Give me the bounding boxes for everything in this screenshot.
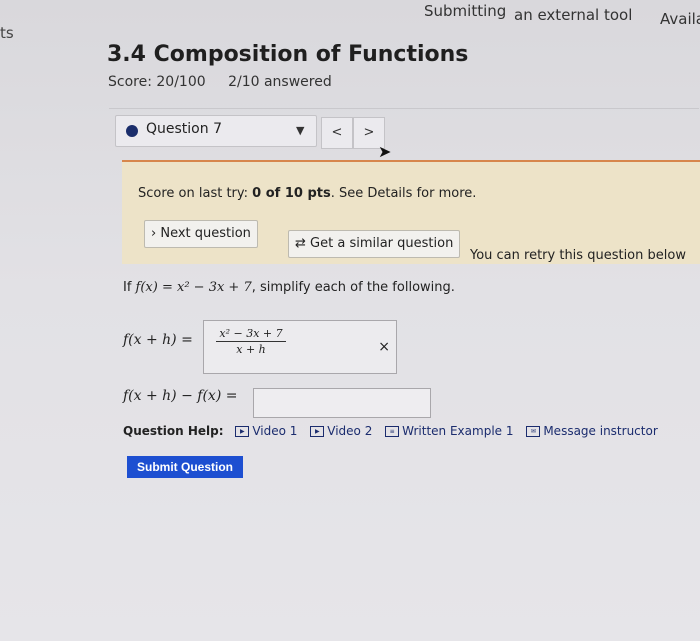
answer-2-label: f(x + h) − f(x) = bbox=[123, 388, 238, 404]
answer-1-fraction: x² − 3x + 7 x + h bbox=[216, 327, 286, 356]
submit-question-button[interactable]: Submit Question bbox=[127, 456, 243, 478]
last-try-score: Score on last try: 0 of 10 pts. See Deta… bbox=[138, 186, 477, 201]
video-icon: ▶ bbox=[235, 426, 250, 437]
chevron-right-icon: > bbox=[363, 125, 375, 140]
question-select[interactable]: Question 7 ▼ bbox=[115, 115, 317, 147]
video-icon: ▶ bbox=[310, 426, 325, 437]
fraction-denominator: x + h bbox=[236, 343, 266, 356]
similar-question-button[interactable]: ⇄ Get a similar question bbox=[288, 230, 461, 258]
question-help-label: Question Help: bbox=[123, 424, 224, 438]
retry-panel: Score on last try: 0 of 10 pts. See Deta… bbox=[122, 160, 700, 264]
page-title: 3.4 Composition of Functions bbox=[107, 42, 469, 67]
answer-1-label: f(x + h) = bbox=[123, 332, 193, 348]
video-2-link[interactable]: ▶ Video 2 bbox=[310, 424, 372, 438]
document-icon: ≡ bbox=[385, 426, 400, 437]
written-example-link[interactable]: ≡ Written Example 1 bbox=[385, 424, 514, 438]
score-text: Score: 20/100 bbox=[108, 74, 206, 90]
video-1-link[interactable]: ▶ Video 1 bbox=[235, 424, 297, 438]
status-dot-icon bbox=[126, 125, 138, 137]
question-select-label: Question 7 bbox=[146, 121, 222, 137]
fraction-numerator: x² − 3x + 7 bbox=[216, 327, 286, 342]
envelope-icon: ✉ bbox=[526, 426, 541, 437]
retry-note: You can retry this question below bbox=[470, 248, 686, 263]
top-external-tool-text: an external tool bbox=[514, 6, 633, 24]
message-instructor-link[interactable]: ✉ Message instructor bbox=[526, 424, 658, 438]
chevron-left-icon: < bbox=[331, 125, 343, 140]
previous-question-button[interactable]: < bbox=[321, 117, 353, 149]
similar-question-label: Get a similar question bbox=[310, 236, 454, 251]
answer-2-input[interactable] bbox=[253, 388, 431, 418]
top-available-link[interactable]: Availa bbox=[660, 10, 700, 28]
question-help: Question Help: ▶ Video 1 ▶ Video 2 ≡ Writte… bbox=[123, 424, 667, 438]
last-try-points: 0 of 10 pts bbox=[252, 186, 331, 201]
next-question-label: Next question bbox=[160, 226, 251, 241]
score-summary: Score: 20/100 2/10 answered bbox=[108, 74, 350, 90]
problem-statement: If f(x) = x² − 3x + 7, simplify each of … bbox=[123, 280, 455, 295]
top-bar: Submitting an external tool Availa bbox=[0, 0, 700, 32]
top-submitting-text: Submitting bbox=[424, 2, 507, 20]
question-navigation: Question 7 ▼ < > bbox=[109, 108, 699, 153]
chevron-right-icon: › bbox=[151, 226, 157, 241]
answer-1-input[interactable]: x² − 3x + 7 x + h × bbox=[203, 320, 397, 374]
refresh-icon: ⇄ bbox=[295, 236, 306, 251]
function-definition: f(x) = x² − 3x + 7 bbox=[135, 280, 252, 295]
mouse-cursor-icon: ➤ bbox=[378, 142, 392, 161]
next-question-button[interactable]: › Next question bbox=[144, 220, 258, 248]
chevron-down-icon: ▼ bbox=[296, 124, 305, 137]
answered-text: 2/10 answered bbox=[228, 74, 332, 90]
left-nav-fragment[interactable]: ts bbox=[0, 24, 14, 42]
close-icon[interactable]: × bbox=[378, 339, 390, 355]
